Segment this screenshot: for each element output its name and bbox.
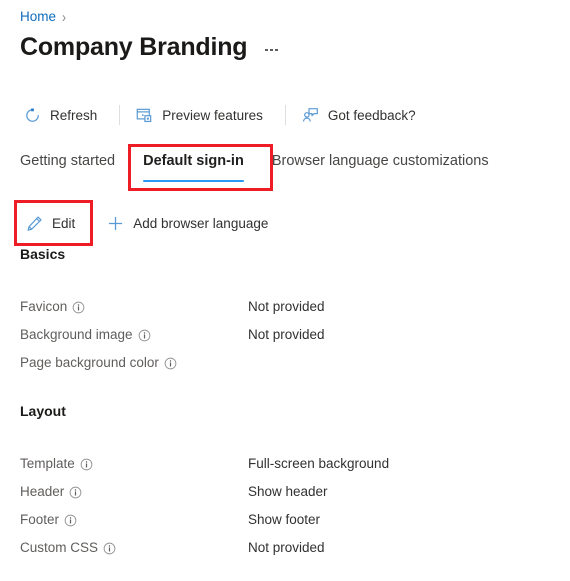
pencil-icon xyxy=(26,215,43,232)
info-icon[interactable] xyxy=(72,301,85,314)
info-icon[interactable] xyxy=(164,357,177,370)
got-feedback-label: Got feedback? xyxy=(327,107,416,123)
refresh-button[interactable]: Refresh xyxy=(22,104,105,127)
page-header: Company Branding xyxy=(20,31,280,63)
header-value: Show header xyxy=(248,484,328,499)
edit-label: Edit xyxy=(52,215,76,231)
chevron-right-icon: › xyxy=(62,8,67,26)
property-row-header: Header Show header xyxy=(20,481,550,502)
custom-css-label: Custom CSS xyxy=(20,540,99,555)
edit-button[interactable]: Edit xyxy=(26,213,81,234)
refresh-icon xyxy=(24,107,41,124)
section-heading-basics: Basics xyxy=(20,246,66,262)
section-heading-layout: Layout xyxy=(20,403,66,419)
footer-label: Footer xyxy=(20,512,60,527)
breadcrumb-home-link[interactable]: Home xyxy=(20,8,56,26)
tab-list: Getting started Default sign-in Browser … xyxy=(20,150,503,188)
action-bar: Edit Add browser language xyxy=(26,210,274,236)
more-options-icon[interactable] xyxy=(263,45,280,56)
property-row-page-background-color: Page background color xyxy=(20,352,550,373)
preview-features-button[interactable]: Preview features xyxy=(134,104,271,127)
tab-default-sign-in[interactable]: Default sign-in xyxy=(129,150,258,182)
command-separator-2 xyxy=(284,105,286,125)
property-label: Footer xyxy=(20,512,248,527)
info-icon[interactable] xyxy=(103,542,116,555)
plus-icon xyxy=(107,215,124,232)
property-row-custom-css: Custom CSS Not provided xyxy=(20,537,550,558)
header-label: Header xyxy=(20,484,65,499)
got-feedback-button[interactable]: Got feedback? xyxy=(300,104,424,127)
refresh-label: Refresh xyxy=(50,107,98,123)
command-separator-1 xyxy=(119,105,121,125)
custom-css-value: Not provided xyxy=(248,540,325,555)
tab-browser-language-customizations-label: Browser language customizations xyxy=(271,153,489,169)
tab-selected-indicator xyxy=(143,179,244,182)
property-label: Background image xyxy=(20,327,248,342)
property-label: Page background color xyxy=(20,355,248,370)
template-value: Full-screen background xyxy=(248,456,390,471)
property-row-template: Template Full-screen background xyxy=(20,453,550,474)
add-browser-language-button[interactable]: Add browser language xyxy=(107,213,274,234)
info-icon[interactable] xyxy=(80,458,93,471)
favicon-value: Not provided xyxy=(248,299,325,314)
property-label: Header xyxy=(20,484,248,499)
favicon-label: Favicon xyxy=(20,299,68,314)
basics-property-list: Favicon Not provided Background image No… xyxy=(20,296,550,380)
layout-property-list: Template Full-screen background Header S… xyxy=(20,453,550,565)
tab-default-sign-in-label: Default sign-in xyxy=(143,153,244,169)
property-label: Custom CSS xyxy=(20,540,248,555)
tab-getting-started-label: Getting started xyxy=(20,153,116,169)
preview-features-label: Preview features xyxy=(162,107,263,123)
footer-value: Show footer xyxy=(248,512,321,527)
info-icon[interactable] xyxy=(69,486,82,499)
info-icon[interactable] xyxy=(138,329,151,342)
page-title: Company Branding xyxy=(20,33,248,61)
template-label: Template xyxy=(20,456,75,471)
add-browser-language-label: Add browser language xyxy=(133,215,269,231)
info-icon[interactable] xyxy=(64,514,77,527)
preview-features-icon xyxy=(136,107,153,124)
property-row-background-image: Background image Not provided xyxy=(20,324,550,345)
command-bar: Refresh Preview features Got feedback? xyxy=(22,101,424,129)
background-image-value: Not provided xyxy=(248,327,325,342)
property-label: Favicon xyxy=(20,299,248,314)
page-background-color-label: Page background color xyxy=(20,355,159,370)
property-label: Template xyxy=(20,456,248,471)
background-image-label: Background image xyxy=(20,327,133,342)
feedback-icon xyxy=(302,107,319,124)
property-row-footer: Footer Show footer xyxy=(20,509,550,530)
breadcrumb: Home › xyxy=(20,8,66,26)
tab-browser-language-customizations[interactable]: Browser language customizations xyxy=(258,150,503,182)
tab-getting-started[interactable]: Getting started xyxy=(20,150,129,182)
property-row-favicon: Favicon Not provided xyxy=(20,296,550,317)
